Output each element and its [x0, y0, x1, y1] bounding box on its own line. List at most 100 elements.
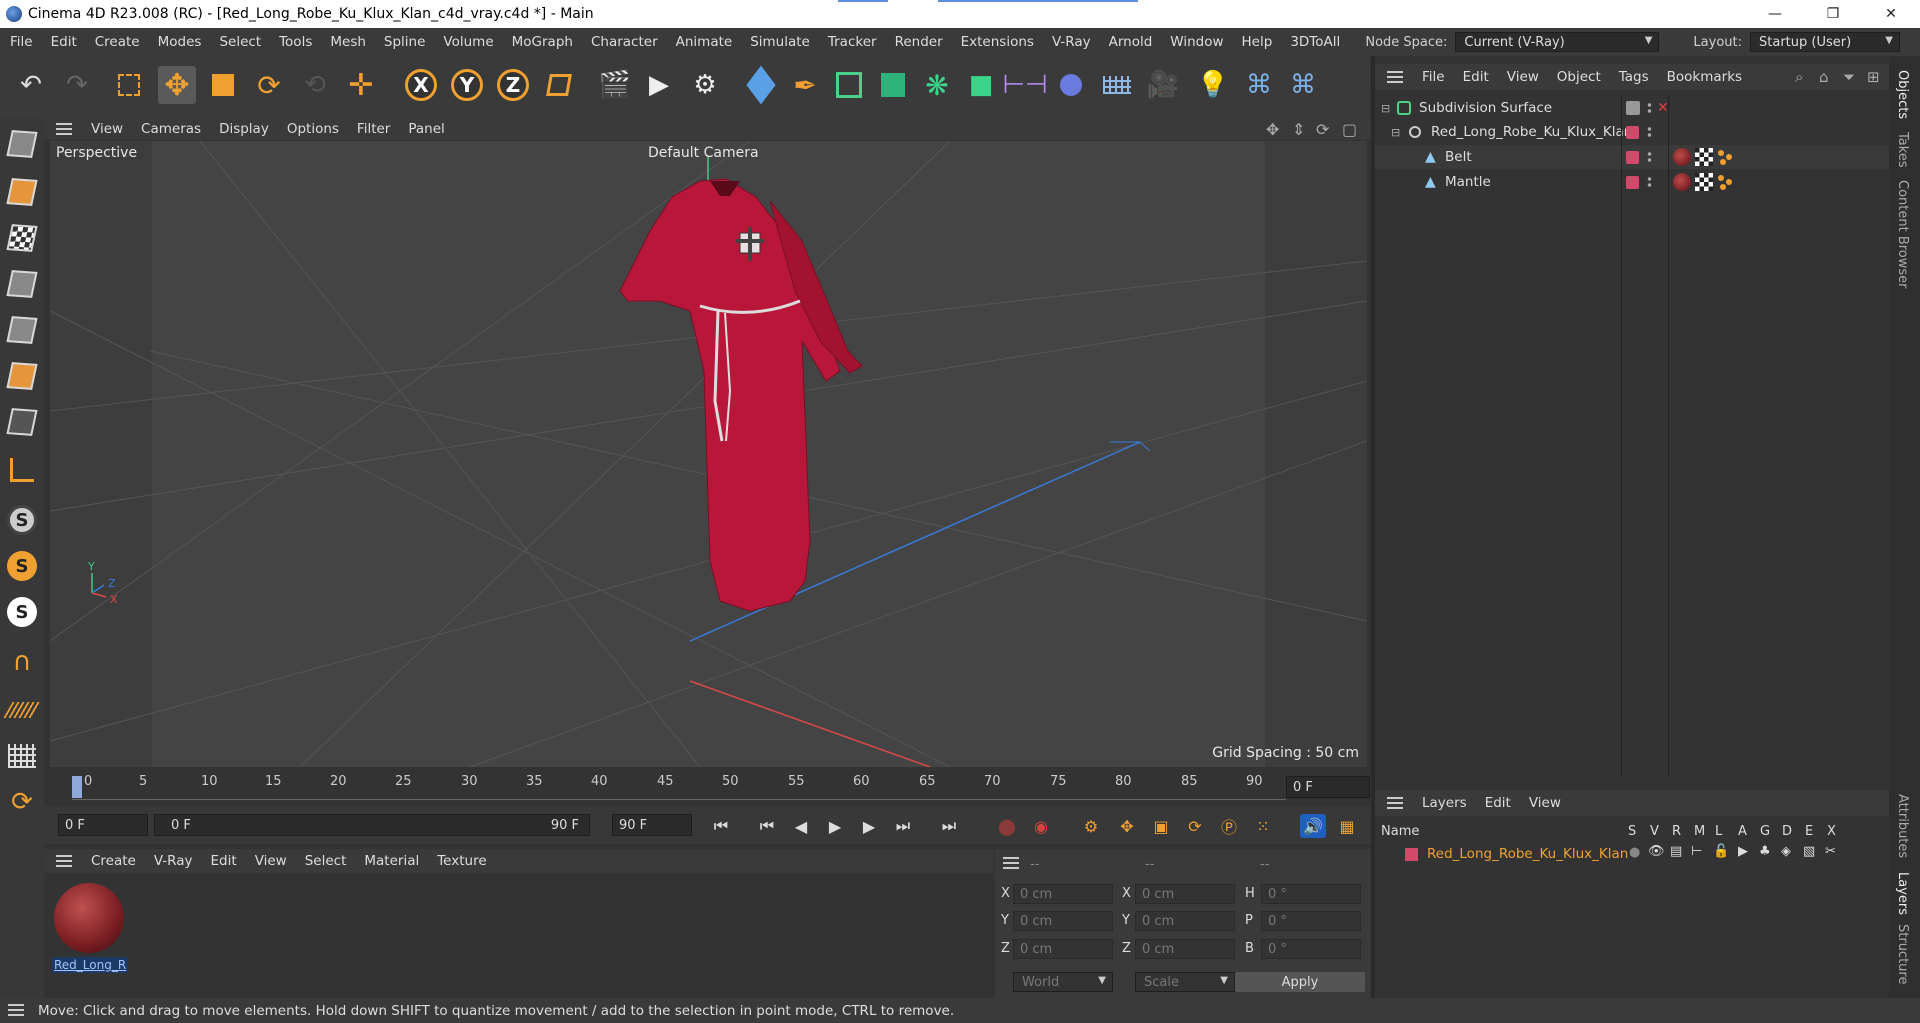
axis-mode-button[interactable]	[4, 452, 40, 488]
search-icon[interactable]: ⌕	[1795, 68, 1803, 86]
viewport-menu-filter[interactable]: Filter	[348, 121, 399, 137]
apply-button[interactable]: Apply	[1235, 972, 1365, 992]
cloner-button[interactable]: ❋	[918, 66, 956, 104]
pos-y-field[interactable]: 0 cm	[1013, 911, 1113, 931]
deformer-icon[interactable]: ◈	[1781, 844, 1791, 859]
visibility-dots-icon[interactable]	[1647, 151, 1652, 163]
menu-vray[interactable]: V-Ray	[1043, 34, 1100, 50]
play-button[interactable]: ▶	[822, 814, 848, 838]
record-keys-button[interactable]: ⬤	[994, 814, 1020, 838]
object-menu-object[interactable]: Object	[1548, 69, 1610, 85]
size-x-field[interactable]: 0 cm	[1135, 884, 1235, 904]
vray-tag-icon[interactable]	[1717, 148, 1735, 166]
minimize-button[interactable]: —	[1746, 0, 1804, 28]
size-z-field[interactable]: 0 cm	[1135, 939, 1235, 959]
layer-color-tag[interactable]	[1626, 125, 1639, 139]
menu-edit[interactable]: Edit	[42, 34, 86, 50]
material-preview-swatch[interactable]	[54, 883, 124, 953]
menu-spline[interactable]: Spline	[375, 34, 435, 50]
undo-button[interactable]: ↶	[12, 66, 50, 104]
grid-lock-button[interactable]	[4, 738, 40, 774]
viewport-menu-display[interactable]: Display	[210, 121, 278, 137]
recent-tool-button[interactable]: ⟲	[296, 66, 334, 104]
object-menu-edit[interactable]: Edit	[1454, 69, 1498, 85]
menu-file[interactable]: File	[0, 34, 42, 50]
viewport-maximize-icon[interactable]: ▢	[1342, 120, 1357, 139]
current-frame-field[interactable]: 0 F	[1286, 776, 1370, 798]
go-to-end-button[interactable]: ⏭	[936, 814, 962, 838]
visibility-dots-icon[interactable]	[1647, 102, 1652, 114]
layers-menu-view[interactable]: View	[1520, 795, 1570, 811]
object-row-belt[interactable]: ▲ Belt	[1375, 145, 1889, 169]
expression-icon[interactable]: ▧	[1803, 844, 1815, 859]
autokey-button[interactable]: ◉	[1028, 814, 1054, 838]
snap-button[interactable]: S	[4, 502, 40, 538]
rot-b-field[interactable]: 0 °	[1261, 939, 1361, 959]
layer-color-swatch[interactable]	[1405, 848, 1418, 861]
visibility-dots-icon[interactable]	[1647, 126, 1652, 138]
menu-3dtoall[interactable]: 3DToAll	[1281, 34, 1349, 50]
snap-settings-button[interactable]: S	[4, 548, 40, 584]
collapse-icon[interactable]: ⊟	[1391, 126, 1400, 139]
viewport-move-icon[interactable]: ✥	[1266, 120, 1279, 139]
workplane-button[interactable]	[3, 692, 41, 728]
previous-frame-button[interactable]: ◀	[788, 814, 814, 838]
x-axis-toggle[interactable]: X	[402, 66, 440, 104]
menu-help[interactable]: Help	[1233, 34, 1282, 50]
hamburger-menu-icon[interactable]	[56, 123, 72, 135]
sound-button[interactable]: 🔊	[1300, 814, 1326, 838]
python-script-button[interactable]: ⌘	[1240, 66, 1278, 104]
rot-h-field[interactable]: 0 °	[1261, 884, 1361, 904]
menu-simulate[interactable]: Simulate	[741, 34, 819, 50]
render-clapper-icon[interactable]: ▤	[1670, 844, 1682, 859]
hamburger-menu-icon[interactable]	[56, 855, 72, 867]
size-mode-dropdown[interactable]: Scale ▼	[1135, 972, 1235, 992]
rot-p-field[interactable]: 0 °	[1261, 911, 1361, 931]
edge-mode-button[interactable]	[4, 312, 40, 348]
polygon-mode-button[interactable]	[4, 358, 40, 394]
menu-render[interactable]: Render	[886, 34, 952, 50]
key-scale-button[interactable]: ▣	[1148, 814, 1174, 838]
menu-volume[interactable]: Volume	[434, 34, 502, 50]
layer-color-tag[interactable]	[1626, 175, 1639, 189]
point-mode-button[interactable]	[4, 266, 40, 302]
tab-content-browser[interactable]: Content Browser	[1895, 180, 1910, 289]
tab-objects[interactable]: Objects	[1895, 70, 1910, 119]
y-axis-toggle[interactable]: Y	[448, 66, 486, 104]
z-axis-toggle[interactable]: Z	[494, 66, 532, 104]
viewport-menu-panel[interactable]: Panel	[399, 121, 453, 137]
frame-range-slider[interactable]: 0 F 90 F	[154, 814, 590, 836]
hamburger-menu-icon[interactable]	[1387, 71, 1403, 83]
viewport-menu-cameras[interactable]: Cameras	[132, 121, 210, 137]
pen-tool-button[interactable]: ✒	[786, 66, 824, 104]
manager-tree-icon[interactable]: ⊢	[1691, 844, 1702, 859]
viewport-menu-view[interactable]: View	[82, 121, 132, 137]
extrude-generator-button[interactable]	[874, 66, 912, 104]
create-object-tool-button[interactable]: ✛	[342, 66, 380, 104]
menu-tracker[interactable]: Tracker	[819, 34, 886, 50]
key-parameter-button[interactable]: Ⓟ	[1216, 814, 1242, 838]
keyframe-selection-button[interactable]: ⚙	[1078, 814, 1104, 838]
go-to-start-button[interactable]: ⏮	[708, 814, 734, 838]
node-space-dropdown[interactable]: Current (V-Ray) ▼	[1455, 32, 1660, 52]
layer-row[interactable]: Red_Long_Robe_Ku_Klux_Klan ● 👁 ▤ ⊢ 🔓 ▶ ♣…	[1375, 844, 1889, 866]
python-generator-button[interactable]: ⌘	[1284, 66, 1322, 104]
previous-key-button[interactable]: ⏮	[754, 814, 780, 838]
viewport-menu-options[interactable]: Options	[278, 121, 348, 137]
tab-takes[interactable]: Takes	[1895, 132, 1910, 168]
light-button[interactable]: 💡	[1194, 66, 1232, 104]
menu-extensions[interactable]: Extensions	[952, 34, 1043, 50]
field-button[interactable]	[1052, 66, 1090, 104]
size-y-field[interactable]: 0 cm	[1135, 911, 1235, 931]
coordinate-system-button[interactable]	[540, 66, 578, 104]
material-menu-edit[interactable]: Edit	[202, 853, 246, 869]
maximize-button[interactable]: ❐	[1804, 0, 1862, 28]
render-view-button[interactable]: 🎬	[596, 66, 634, 104]
material-menu-material[interactable]: Material	[355, 853, 428, 869]
close-button[interactable]: ✕	[1862, 0, 1920, 28]
viewport-zoom-icon[interactable]: ⇕	[1292, 120, 1305, 139]
locked-workplane-button[interactable]: ⟳	[4, 784, 40, 820]
layers-menu-layers[interactable]: Layers	[1413, 795, 1476, 811]
filter-icon[interactable]: ⏷	[1843, 68, 1855, 86]
key-position-button[interactable]: ✥	[1114, 814, 1140, 838]
